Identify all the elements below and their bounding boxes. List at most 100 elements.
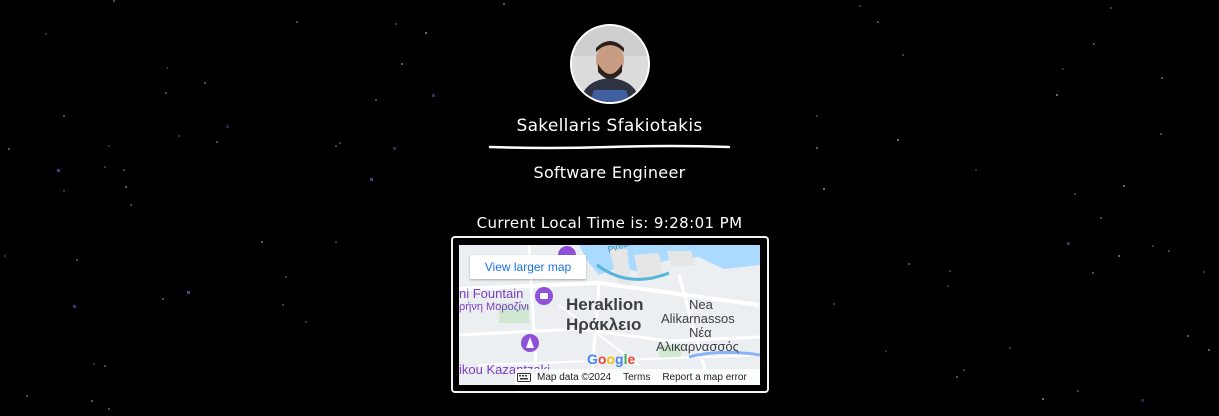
view-larger-map-link[interactable]: View larger map	[470, 255, 586, 279]
star	[296, 21, 298, 23]
star	[1062, 68, 1064, 70]
star	[859, 5, 861, 7]
star	[108, 145, 110, 147]
profile-title: Software Engineer	[533, 163, 686, 182]
page: Sakellaris Sfakiotakis Software Engineer…	[0, 0, 1219, 416]
star	[1118, 255, 1120, 257]
star	[1160, 133, 1162, 135]
star	[1067, 242, 1070, 245]
star	[1009, 347, 1011, 349]
star	[823, 188, 825, 190]
name-underline	[488, 144, 731, 150]
star	[8, 148, 10, 150]
star	[816, 147, 818, 149]
city-label-en: Heraklion	[566, 295, 644, 314]
map-attribution-bar: Map data ©2024 Terms Report a map error	[515, 369, 760, 385]
star	[1161, 77, 1163, 79]
star	[1208, 349, 1210, 351]
star	[125, 186, 127, 188]
keyboard-icon[interactable]	[517, 372, 531, 382]
star	[1056, 94, 1058, 96]
poi-fountain-label[interactable]: ni Fountain	[459, 286, 523, 301]
star	[1092, 272, 1094, 274]
star	[305, 321, 307, 323]
star	[178, 135, 180, 137]
star	[91, 400, 93, 402]
star	[1110, 7, 1112, 9]
star	[949, 270, 951, 272]
star	[375, 99, 377, 101]
star	[833, 303, 835, 305]
star	[425, 32, 427, 34]
town-label-gr-2: Αλικαρνασσός	[656, 339, 739, 354]
star	[1093, 43, 1095, 45]
star	[339, 142, 341, 144]
map-data-credit: Map data ©2024	[537, 371, 612, 383]
town-label-gr-1: Νέα	[689, 325, 712, 340]
star	[902, 54, 904, 56]
avatar	[570, 24, 650, 104]
star	[216, 141, 218, 143]
star	[76, 259, 78, 261]
terms-link[interactable]: Terms	[617, 372, 656, 383]
town-label-en-1: Nea	[689, 297, 713, 312]
local-time: Current Local Time is: 9:28:01 PM	[476, 214, 743, 232]
star	[4, 255, 6, 257]
star	[432, 94, 435, 97]
star	[226, 125, 229, 128]
city-label-gr: Ηράκλειο	[566, 315, 642, 334]
star	[123, 169, 125, 171]
star	[393, 147, 396, 150]
google-logo: Google	[587, 351, 636, 367]
star	[1077, 390, 1079, 392]
star	[1100, 217, 1102, 219]
star	[877, 21, 879, 23]
star	[108, 408, 110, 410]
star	[1168, 250, 1170, 252]
star	[335, 145, 337, 147]
star	[963, 369, 965, 371]
star	[93, 363, 95, 365]
star	[45, 33, 47, 35]
star	[816, 115, 818, 117]
star	[335, 241, 337, 243]
star	[1074, 193, 1076, 195]
star	[885, 350, 887, 352]
star	[63, 115, 65, 117]
star	[370, 178, 373, 181]
star	[57, 169, 60, 172]
star	[1141, 399, 1144, 402]
google-map-embed[interactable]: Pireas H View larger map ni Fountain ρήν…	[459, 245, 760, 385]
star	[166, 67, 168, 69]
star	[165, 92, 167, 94]
star	[104, 166, 106, 168]
star	[261, 241, 263, 243]
star	[113, 0, 115, 2]
town-label-en-2: Alikarnassos	[661, 311, 735, 326]
star	[1042, 398, 1044, 400]
star	[897, 139, 899, 141]
star	[947, 285, 949, 287]
star	[26, 395, 28, 397]
star	[956, 376, 958, 378]
star	[162, 298, 164, 300]
poi-fountain-label-gr[interactable]: ρήνη Μοροζίνι	[459, 301, 529, 313]
star	[908, 263, 910, 265]
star	[130, 204, 132, 206]
star	[395, 23, 397, 25]
star	[104, 365, 106, 367]
star	[503, 3, 505, 5]
star	[1152, 245, 1154, 247]
star	[1203, 271, 1205, 273]
report-map-error-link[interactable]: Report a map error	[656, 372, 752, 383]
star	[285, 276, 287, 278]
star	[282, 304, 284, 306]
star	[63, 190, 65, 192]
star	[73, 305, 76, 308]
star	[187, 291, 190, 294]
star	[1123, 185, 1125, 187]
star	[204, 82, 206, 84]
profile-name: Sakellaris Sfakiotakis	[516, 116, 703, 136]
star	[1187, 335, 1189, 337]
star	[401, 63, 403, 65]
